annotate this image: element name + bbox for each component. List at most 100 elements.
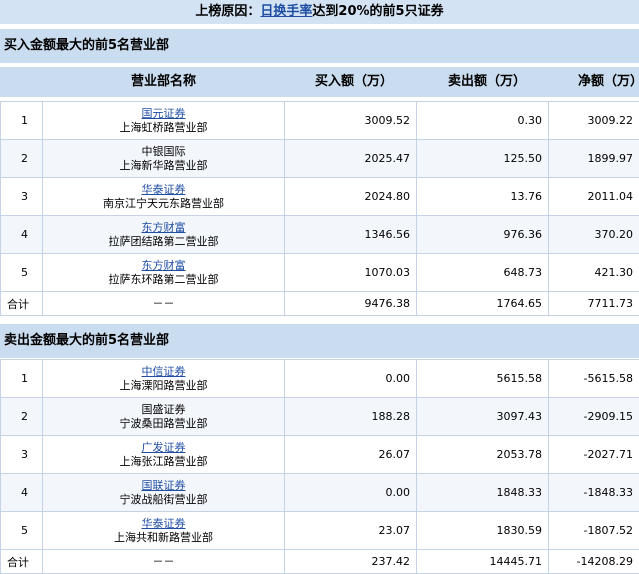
sell-amount: 5615.58	[417, 360, 549, 398]
sell-amount: 1830.59	[417, 512, 549, 550]
buy-amount: 1070.03	[285, 254, 417, 292]
net-amount: -2027.71	[549, 436, 639, 474]
branch-name: 上海新华路营业部	[49, 159, 278, 173]
table-row: 5华泰证券上海共和新路营业部23.071830.59-1807.52	[1, 512, 639, 550]
total-net: 7711.73	[549, 292, 639, 316]
net-amount: -5615.58	[549, 360, 639, 398]
broker-link[interactable]: 广发证券	[49, 441, 278, 455]
table-row: 4国联证券宁波战船街营业部0.001848.33-1848.33	[1, 474, 639, 512]
branch-name: 宁波桑田路营业部	[49, 417, 278, 431]
sell-amount: 125.50	[417, 140, 549, 178]
total-name: －－	[43, 292, 285, 316]
table-row: 5东方财富拉萨东环路第二营业部1070.03648.73421.30	[1, 254, 639, 292]
broker-name: 中银国际	[49, 145, 278, 159]
branch-cell: 东方财富拉萨团结路第二营业部	[43, 216, 285, 254]
buy-amount: 1346.56	[285, 216, 417, 254]
buy-amount: 23.07	[285, 512, 417, 550]
total-buy: 237.42	[285, 550, 417, 574]
broker-link[interactable]: 东方财富	[49, 259, 278, 273]
col-header-buy: 买入额（万）	[315, 67, 393, 97]
row-index: 3	[1, 436, 43, 474]
broker-name: 国盛证券	[49, 403, 278, 417]
total-net: -14208.29	[549, 550, 639, 574]
net-amount: -1807.52	[549, 512, 639, 550]
col-header-sell: 卖出额（万）	[448, 67, 526, 97]
col-header-net: 净额（万）	[578, 67, 639, 97]
total-row: 合计－－9476.381764.657711.73	[1, 292, 639, 316]
total-sell: 14445.71	[417, 550, 549, 574]
sell-amount: 3097.43	[417, 398, 549, 436]
broker-link[interactable]: 华泰证券	[49, 517, 278, 531]
row-index: 5	[1, 512, 43, 550]
buy-amount: 2025.47	[285, 140, 417, 178]
table-row: 1国元证券上海虹桥路营业部3009.520.303009.22	[1, 102, 639, 140]
sell-amount: 13.76	[417, 178, 549, 216]
net-amount: 2011.04	[549, 178, 639, 216]
sell-amount: 0.30	[417, 102, 549, 140]
sell-amount: 976.36	[417, 216, 549, 254]
branch-cell: 广发证券上海张江路营业部	[43, 436, 285, 474]
table-row: 1中信证券上海溧阳路营业部0.005615.58-5615.58	[1, 360, 639, 398]
net-amount: 3009.22	[549, 102, 639, 140]
branch-cell: 国联证券宁波战船街营业部	[43, 474, 285, 512]
branch-name: 宁波战船街营业部	[49, 493, 278, 507]
branch-cell: 华泰证券南京江宁天元东路营业部	[43, 178, 285, 216]
branch-cell: 中信证券上海溧阳路营业部	[43, 360, 285, 398]
table-row: 3广发证券上海张江路营业部26.072053.78-2027.71	[1, 436, 639, 474]
broker-link[interactable]: 华泰证券	[49, 183, 278, 197]
row-index: 4	[1, 474, 43, 512]
total-name: －－	[43, 550, 285, 574]
branch-name: 南京江宁天元东路营业部	[49, 197, 278, 211]
total-buy: 9476.38	[285, 292, 417, 316]
broker-link[interactable]: 国元证券	[49, 107, 278, 121]
branch-name: 上海溧阳路营业部	[49, 379, 278, 393]
broker-link[interactable]: 东方财富	[49, 221, 278, 235]
row-index: 1	[1, 102, 43, 140]
table-row: 2国盛证券宁波桑田路营业部188.283097.43-2909.15	[1, 398, 639, 436]
table-row: 3华泰证券南京江宁天元东路营业部2024.8013.762011.04	[1, 178, 639, 216]
broker-link[interactable]: 中信证券	[49, 365, 278, 379]
buy-table: 1国元证券上海虹桥路营业部3009.520.303009.222中银国际上海新华…	[0, 101, 639, 316]
row-index: 1	[1, 360, 43, 398]
net-amount: 370.20	[549, 216, 639, 254]
net-amount: -2909.15	[549, 398, 639, 436]
branch-cell: 国盛证券宁波桑田路营业部	[43, 398, 285, 436]
total-label: 合计	[1, 550, 43, 574]
total-row: 合计－－237.4214445.71-14208.29	[1, 550, 639, 574]
branch-name: 上海张江路营业部	[49, 455, 278, 469]
branch-name: 上海虹桥路营业部	[49, 121, 278, 135]
broker-link[interactable]: 国联证券	[49, 479, 278, 493]
buy-section-heading: 买入金额最大的前5名营业部	[0, 29, 639, 63]
col-header-name: 营业部名称	[131, 67, 196, 97]
sell-section-heading: 卖出金额最大的前5名营业部	[0, 324, 639, 358]
branch-name: 拉萨团结路第二营业部	[49, 235, 278, 249]
row-index: 2	[1, 398, 43, 436]
column-header-row: 营业部名称 买入额（万） 卖出额（万） 净额（万）	[0, 67, 639, 97]
table-row: 4东方财富拉萨团结路第二营业部1346.56976.36370.20	[1, 216, 639, 254]
row-index: 2	[1, 140, 43, 178]
buy-amount: 26.07	[285, 436, 417, 474]
branch-cell: 东方财富拉萨东环路第二营业部	[43, 254, 285, 292]
sell-table: 1中信证券上海溧阳路营业部0.005615.58-5615.582国盛证券宁波桑…	[0, 359, 639, 574]
title-prefix: 上榜原因：	[195, 4, 260, 19]
branch-cell: 国元证券上海虹桥路营业部	[43, 102, 285, 140]
buy-amount: 0.00	[285, 360, 417, 398]
net-amount: 1899.97	[549, 140, 639, 178]
buy-amount: 2024.80	[285, 178, 417, 216]
sell-amount: 1848.33	[417, 474, 549, 512]
branch-name: 拉萨东环路第二营业部	[49, 273, 278, 287]
total-sell: 1764.65	[417, 292, 549, 316]
branch-cell: 中银国际上海新华路营业部	[43, 140, 285, 178]
net-amount: -1848.33	[549, 474, 639, 512]
turnover-rate-link[interactable]: 日换手率	[260, 4, 312, 19]
row-index: 4	[1, 216, 43, 254]
branch-cell: 华泰证券上海共和新路营业部	[43, 512, 285, 550]
sell-amount: 648.73	[417, 254, 549, 292]
row-index: 3	[1, 178, 43, 216]
buy-amount: 188.28	[285, 398, 417, 436]
row-index: 5	[1, 254, 43, 292]
buy-amount: 0.00	[285, 474, 417, 512]
total-label: 合计	[1, 292, 43, 316]
table-row: 2中银国际上海新华路营业部2025.47125.501899.97	[1, 140, 639, 178]
branch-name: 上海共和新路营业部	[49, 531, 278, 545]
